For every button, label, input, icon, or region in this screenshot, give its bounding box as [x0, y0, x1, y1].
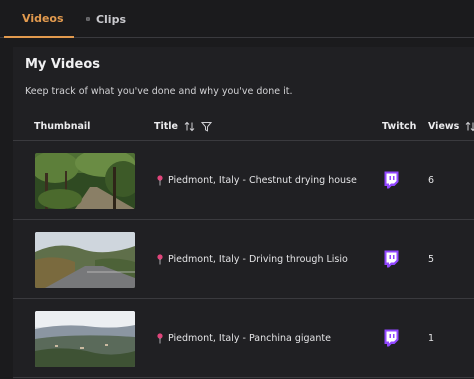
video-thumbnail[interactable]	[35, 311, 135, 367]
video-thumbnail[interactable]	[35, 232, 135, 288]
page-title: My Videos	[25, 57, 101, 72]
view-count: 6	[428, 175, 435, 186]
tab-bar: Videos Clips	[0, 0, 474, 38]
header-views: Views	[428, 111, 474, 141]
video-title-text: Piedmont, Italy - Chestnut drying house	[168, 175, 357, 186]
header-thumbnail: Thumbnail	[34, 111, 90, 141]
header-twitch-label: Twitch	[382, 120, 417, 132]
pushpin-icon	[157, 333, 163, 344]
twitch-icon	[384, 171, 399, 189]
table-header: Thumbnail Title Twitch Views	[13, 111, 474, 141]
page-subtitle: Keep track of what you've done and why y…	[25, 86, 293, 97]
table-row[interactable]: Piedmont, Italy - Driving through Lisio …	[13, 220, 474, 299]
twitch-link[interactable]	[383, 250, 399, 268]
tab-clips[interactable]: Clips	[74, 0, 138, 38]
header-title-label: Title	[154, 120, 178, 132]
sort-icon[interactable]	[465, 121, 474, 132]
video-title[interactable]: Piedmont, Italy - Chestnut drying house	[156, 141, 357, 220]
view-count: 5	[428, 254, 435, 265]
valley-view-thumbnail-image	[35, 311, 135, 367]
video-title-text: Piedmont, Italy - Panchina gigante	[168, 333, 331, 344]
twitch-link[interactable]	[383, 329, 399, 347]
twitch-link[interactable]	[383, 171, 399, 189]
pushpin-icon	[157, 254, 163, 265]
header-title: Title	[154, 111, 212, 141]
table-row[interactable]: Piedmont, Italy - Chestnut drying house …	[13, 141, 474, 220]
tab-videos-label: Videos	[22, 11, 64, 25]
header-thumbnail-label: Thumbnail	[34, 120, 91, 132]
table-row[interactable]: Piedmont, Italy - Panchina gigante 1	[13, 299, 474, 378]
sort-icon[interactable]	[184, 121, 195, 132]
filter-icon[interactable]	[200, 121, 212, 132]
video-title[interactable]: Piedmont, Italy - Driving through Lisio	[156, 220, 348, 299]
mountain-road-thumbnail-image	[35, 232, 135, 288]
twitch-icon	[384, 250, 399, 268]
video-thumbnail[interactable]	[35, 153, 135, 209]
video-title[interactable]: Piedmont, Italy - Panchina gigante	[156, 299, 331, 378]
header-twitch: Twitch	[382, 111, 416, 141]
tab-clips-label: Clips	[95, 12, 126, 26]
film-icon	[86, 17, 90, 21]
videos-panel: My Videos Keep track of what you've done…	[13, 47, 474, 379]
tab-videos[interactable]: Videos	[4, 0, 74, 38]
twitch-icon	[384, 329, 399, 347]
forest-road-thumbnail-image	[35, 153, 135, 209]
view-count: 1	[428, 333, 435, 344]
pushpin-icon	[157, 175, 163, 186]
video-title-text: Piedmont, Italy - Driving through Lisio	[168, 254, 348, 265]
header-views-label: Views	[428, 120, 460, 132]
